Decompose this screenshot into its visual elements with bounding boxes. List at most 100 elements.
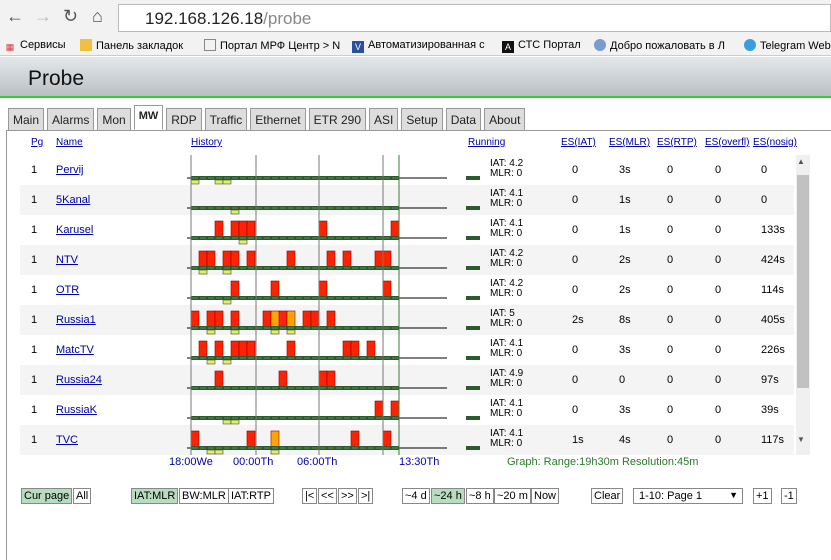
url-path: /probe xyxy=(263,9,312,28)
tab-main[interactable]: Main xyxy=(8,108,45,131)
pg-cell: 1 xyxy=(31,404,38,416)
es-mlr-cell: 4s xyxy=(619,434,631,446)
col-pg[interactable]: Pg xyxy=(31,137,43,148)
es-nosig-cell: 117s xyxy=(761,434,785,446)
es-overfl-cell: 0 xyxy=(715,344,722,356)
bookmark-label: Панель закладок xyxy=(96,40,184,52)
col-es-overfl[interactable]: ES(overfl) xyxy=(705,137,749,148)
page-select[interactable]: 1-10: Page 1 ▼ xyxy=(633,488,743,504)
table-row: 1 MatcTV IAT: 4.1 MLR: 0 0 3s 0 0 226s xyxy=(20,335,794,365)
bookmark-portal[interactable]: Портал МРФ Центр > N xyxy=(204,39,340,52)
col-es-rtp[interactable]: ES(RTP) xyxy=(657,137,697,148)
home-icon[interactable]: ⌂ xyxy=(92,6,103,27)
iat-rtp-button[interactable]: IAT:RTP xyxy=(228,488,274,504)
channel-link[interactable]: NTV xyxy=(56,254,78,266)
channel-link[interactable]: Pervij xyxy=(56,164,84,176)
es-iat-cell: 1s xyxy=(572,434,584,446)
es-mlr-cell: 2s xyxy=(619,284,631,296)
bookmark-welcome[interactable]: Добро пожаловать в Л xyxy=(594,39,725,52)
channel-link[interactable]: OTR xyxy=(56,284,79,296)
channel-link[interactable]: Russia1 xyxy=(56,314,96,326)
bookmark-auto[interactable]: V Автоматизированная с xyxy=(352,39,485,53)
tab-ethernet[interactable]: Ethernet xyxy=(250,108,306,131)
bookmark-label: Telegram Web xyxy=(760,40,831,52)
es-mlr-cell: 3s xyxy=(619,164,631,176)
back-icon[interactable]: ← xyxy=(6,6,24,27)
tab-asi[interactable]: ASI xyxy=(369,108,399,131)
es-overfl-cell: 0 xyxy=(715,224,722,236)
tab-mon[interactable]: Mon xyxy=(97,108,131,131)
es-rtp-cell: 0 xyxy=(667,374,674,386)
es-iat-cell: 0 xyxy=(572,194,579,206)
range-24h-button[interactable]: ~24 h xyxy=(431,488,465,504)
running-cell: IAT: 5 MLR: 0 xyxy=(490,309,522,329)
es-rtp-cell: 0 xyxy=(667,254,674,266)
es-overfl-cell: 0 xyxy=(715,314,722,326)
scroll-up-icon[interactable]: ▲ xyxy=(797,157,805,166)
col-es-mlr[interactable]: ES(MLR) xyxy=(609,137,650,148)
iat-mlr-button[interactable]: IAT:MLR xyxy=(131,488,179,504)
address-bar[interactable]: 192.168.126.18/probe xyxy=(118,4,831,32)
scrollbar-thumb[interactable] xyxy=(797,175,809,388)
clear-button[interactable]: Clear xyxy=(591,488,624,504)
bookmark-telegram[interactable]: Telegram Web xyxy=(744,39,831,52)
reload-icon[interactable]: ↻ xyxy=(63,6,78,27)
es-rtp-cell: 0 xyxy=(667,404,674,416)
plus-one-button[interactable]: +1 xyxy=(753,488,772,504)
bookmark-folder[interactable]: Панель закладок xyxy=(80,39,183,52)
channel-link[interactable]: MatcTV xyxy=(56,344,94,356)
time-label: 00:00Th xyxy=(233,456,274,468)
bookmark-services[interactable]: ▦ Сервисы xyxy=(4,39,66,53)
col-es-nosig[interactable]: ES(nosig) xyxy=(753,137,797,148)
tab-rdp[interactable]: RDP xyxy=(166,108,202,131)
channel-link[interactable]: RussiaK xyxy=(56,404,97,416)
es-iat-cell: 0 xyxy=(572,344,579,356)
tab-data[interactable]: Data xyxy=(445,108,482,131)
bookmark-sts[interactable]: A СТС Портал xyxy=(502,39,581,53)
col-history[interactable]: History xyxy=(191,137,222,148)
scroll-down-icon[interactable]: ▼ xyxy=(797,435,805,444)
next-button[interactable]: >> xyxy=(338,488,357,504)
url-host: 192.168.126.18 xyxy=(145,9,264,28)
tab-setup[interactable]: Setup xyxy=(401,108,443,131)
apps-icon: ▦ xyxy=(5,42,15,52)
channel-link[interactable]: TVC xyxy=(56,434,78,446)
es-iat-cell: 0 xyxy=(572,374,579,386)
bookmark-label: Портал МРФ Центр > N xyxy=(220,40,341,52)
es-nosig-cell: 39s xyxy=(761,404,779,416)
pg-cell: 1 xyxy=(31,284,38,296)
es-nosig-cell: 0 xyxy=(761,194,768,206)
channel-link[interactable]: 5Kanal xyxy=(56,194,90,206)
range-20m-button[interactable]: ~20 m xyxy=(494,488,531,504)
cur-page-button[interactable]: Cur page xyxy=(21,488,73,504)
forward-icon[interactable]: → xyxy=(34,6,52,27)
now-button[interactable]: Now xyxy=(531,488,560,504)
tab-mw[interactable]: MW xyxy=(133,105,164,130)
all-button[interactable]: All xyxy=(73,488,92,504)
mlr-value: MLR: 0 xyxy=(490,258,523,269)
graph-info: Graph: Range:19h30m Resolution:45m xyxy=(507,456,699,468)
tab-etr-290[interactable]: ETR 290 xyxy=(308,108,366,131)
col-name[interactable]: Name xyxy=(56,137,83,148)
es-nosig-cell: 133s xyxy=(761,224,785,236)
bw-mlr-button[interactable]: BW:MLR xyxy=(179,488,229,504)
col-es-iat[interactable]: ES(IAT) xyxy=(561,137,596,148)
col-running[interactable]: Running xyxy=(468,137,505,148)
channel-link[interactable]: Karusel xyxy=(56,224,93,236)
table-row: 1 RussiaK IAT: 4.1 MLR: 0 0 3s 0 0 39s xyxy=(20,395,794,425)
last-button[interactable]: >| xyxy=(358,488,374,504)
browser-toolbar: ← → ↻ ⌂ 192.168.126.18/probe xyxy=(0,0,831,36)
minus-one-button[interactable]: -1 xyxy=(781,488,797,504)
prev-button[interactable]: << xyxy=(318,488,337,504)
es-iat-cell: 0 xyxy=(572,404,579,416)
range-8h-button[interactable]: ~8 h xyxy=(466,488,494,504)
tab-about[interactable]: About xyxy=(484,108,526,131)
first-button[interactable]: |< xyxy=(302,488,318,504)
es-mlr-cell: 0 xyxy=(619,374,626,386)
tab-traffic[interactable]: Traffic xyxy=(204,108,248,131)
tab-alarms[interactable]: Alarms xyxy=(47,108,95,131)
channel-link[interactable]: Russia24 xyxy=(56,374,102,386)
range-4d-button[interactable]: ~4 d xyxy=(402,488,430,504)
es-rtp-cell: 0 xyxy=(667,314,674,326)
es-iat-cell: 2s xyxy=(572,314,584,326)
